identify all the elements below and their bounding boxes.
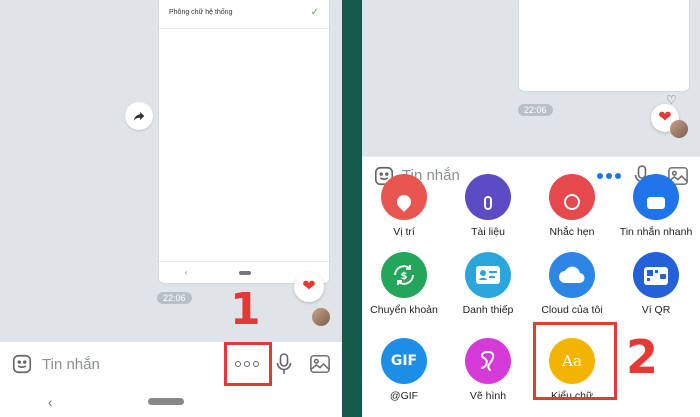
tile-label: Chuyển khoản — [370, 304, 438, 316]
step-number-2: 2 — [626, 330, 659, 384]
cloud-icon — [549, 252, 595, 298]
money-transfer-icon: $ — [381, 252, 427, 298]
tile-location[interactable]: Vị trí — [362, 174, 446, 238]
location-icon — [381, 174, 427, 220]
clock-icon — [549, 174, 595, 220]
tile-money-transfer[interactable]: $ Chuyển khoản — [362, 252, 446, 316]
check-icon: ✓ — [310, 7, 319, 18]
qr-wallet-icon — [633, 252, 679, 298]
tile-label: Cloud của tôi — [541, 304, 603, 316]
tile-label: Danh thiếp — [462, 304, 514, 316]
step-number-1: 1 — [230, 284, 261, 335]
card-home-icon — [239, 270, 252, 275]
card-row: Phông chữ hệ thống ✓ — [159, 0, 329, 29]
tile-label: Tin nhắn nhanh — [619, 226, 693, 238]
quick-message-icon — [633, 174, 679, 220]
panel-divider — [342, 0, 362, 417]
tile-label: Vị trí — [393, 226, 415, 238]
microphone-icon[interactable] — [274, 352, 294, 376]
draw-icon — [465, 338, 511, 384]
right-screen: ♡ 22:06 ❤ Tin nhắn Vị trí Tài liệu Nhắc … — [362, 0, 700, 417]
paperclip-icon — [465, 174, 511, 220]
message-time: 22:06 — [518, 104, 553, 116]
card-back-icon: ‹ — [184, 268, 188, 277]
nav-back-icon[interactable]: ‹ — [48, 394, 53, 410]
tile-label: Nhắc hẹn — [549, 226, 595, 238]
tile-business-card[interactable]: Danh thiếp — [446, 252, 530, 316]
message-input[interactable]: Tin nhắn — [42, 356, 100, 373]
left-screen: Phông chữ hệ thống ✓ ‹ 22:06 ❤ Tin nhắn — [0, 0, 342, 417]
more-options-button[interactable] — [592, 167, 626, 185]
tile-reminder[interactable]: Nhắc hẹn — [530, 174, 614, 238]
share-arrow-icon — [133, 111, 145, 121]
tile-qr-wallet[interactable]: Ví QR — [614, 252, 698, 316]
image-icon[interactable] — [308, 352, 332, 376]
tile-quick-message[interactable]: Tin nhắn nhanh — [614, 174, 698, 238]
tile-gif[interactable]: GIF @GIF — [362, 338, 446, 402]
reaction-button[interactable]: ❤ — [294, 272, 324, 302]
gif-icon: GIF — [381, 338, 427, 384]
tile-label: Vẽ hình — [469, 390, 507, 402]
shared-message-card[interactable]: Phông chữ hệ thống ✓ ‹ — [158, 0, 330, 284]
business-card-icon — [465, 252, 511, 298]
tile-draw[interactable]: Vẽ hình — [446, 338, 530, 402]
system-nav-bar: ‹ — [0, 386, 342, 417]
message-input-bar: Tin nhắn — [0, 342, 342, 386]
highlight-box-font-style — [533, 322, 617, 400]
tile-label: @GIF — [389, 390, 419, 402]
tile-label: Ví QR — [641, 304, 671, 316]
heart-icon: ❤ — [658, 109, 672, 126]
avatar — [312, 308, 330, 326]
message-time: 22:06 — [157, 292, 192, 304]
tile-document[interactable]: Tài liệu — [446, 174, 530, 238]
highlight-box-more — [224, 342, 272, 386]
avatar — [670, 120, 688, 138]
chat-area: ♡ 22:06 ❤ — [362, 0, 700, 156]
tile-my-cloud[interactable]: Cloud của tôi — [530, 252, 614, 316]
more-dots-icon — [597, 173, 621, 179]
tile-label: Tài liệu — [471, 226, 505, 238]
heart-icon: ❤ — [302, 278, 316, 295]
nav-home-icon[interactable] — [148, 398, 185, 405]
forward-button[interactable] — [125, 102, 153, 130]
card-row-text: Phông chữ hệ thống — [169, 9, 233, 16]
svg-text:$: $ — [401, 271, 408, 282]
shared-message-card[interactable] — [518, 0, 690, 92]
sticker-icon[interactable] — [10, 352, 34, 376]
